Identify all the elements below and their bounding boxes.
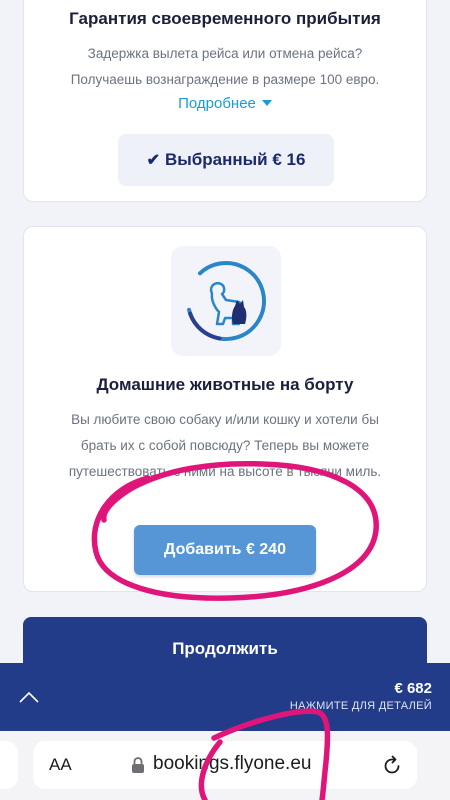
- more-details-link[interactable]: Подробнее: [24, 95, 426, 112]
- lock-icon: [132, 757, 144, 773]
- details-hint: НАЖМИТЕ ДЛЯ ДЕТАЛЕЙ: [289, 700, 432, 712]
- arrival-guarantee-title: Гарантия своевременного прибытия: [69, 9, 381, 28]
- checkmark-icon: ✔: [146, 152, 160, 169]
- pets-on-board-card: Домашние животные на борту Вы любите сво…: [23, 226, 427, 592]
- url-text: bookings.flyone.eu: [153, 753, 312, 774]
- caret-down-icon: [261, 100, 272, 106]
- text-size-button[interactable]: AA: [49, 755, 72, 775]
- reload-icon[interactable]: [381, 754, 403, 776]
- browser-address-bar: AA bookings.flyone.eu: [0, 731, 450, 800]
- pet-icon-container: [171, 246, 281, 356]
- previous-tab-peek[interactable]: [0, 741, 18, 789]
- chevron-up-icon[interactable]: [18, 687, 40, 709]
- pets-on-board-title: Домашние животные на борту: [96, 375, 354, 394]
- more-details-label: Подробнее: [178, 95, 256, 112]
- url-field[interactable]: AA bookings.flyone.eu: [33, 741, 417, 789]
- price-summary-bar[interactable]: € 682 НАЖМИТЕ ДЛЯ ДЕТАЛЕЙ: [0, 663, 450, 731]
- add-pet-button[interactable]: Добавить € 240: [134, 525, 316, 575]
- arrival-guarantee-card: Гарантия своевременного прибытия Задержк…: [23, 0, 427, 202]
- pet-dog-cat-icon: [186, 261, 266, 341]
- selected-guarantee-label: Выбранный € 16: [164, 150, 306, 169]
- pets-on-board-description: Вы любите свою собаку и/или кошку и хоте…: [68, 412, 382, 479]
- arrival-guarantee-description: Задержка вылета рейса или отмена рейса? …: [70, 46, 380, 87]
- selected-guarantee-button[interactable]: ✔ Выбранный € 16: [118, 134, 334, 186]
- total-price: € 682: [394, 680, 432, 697]
